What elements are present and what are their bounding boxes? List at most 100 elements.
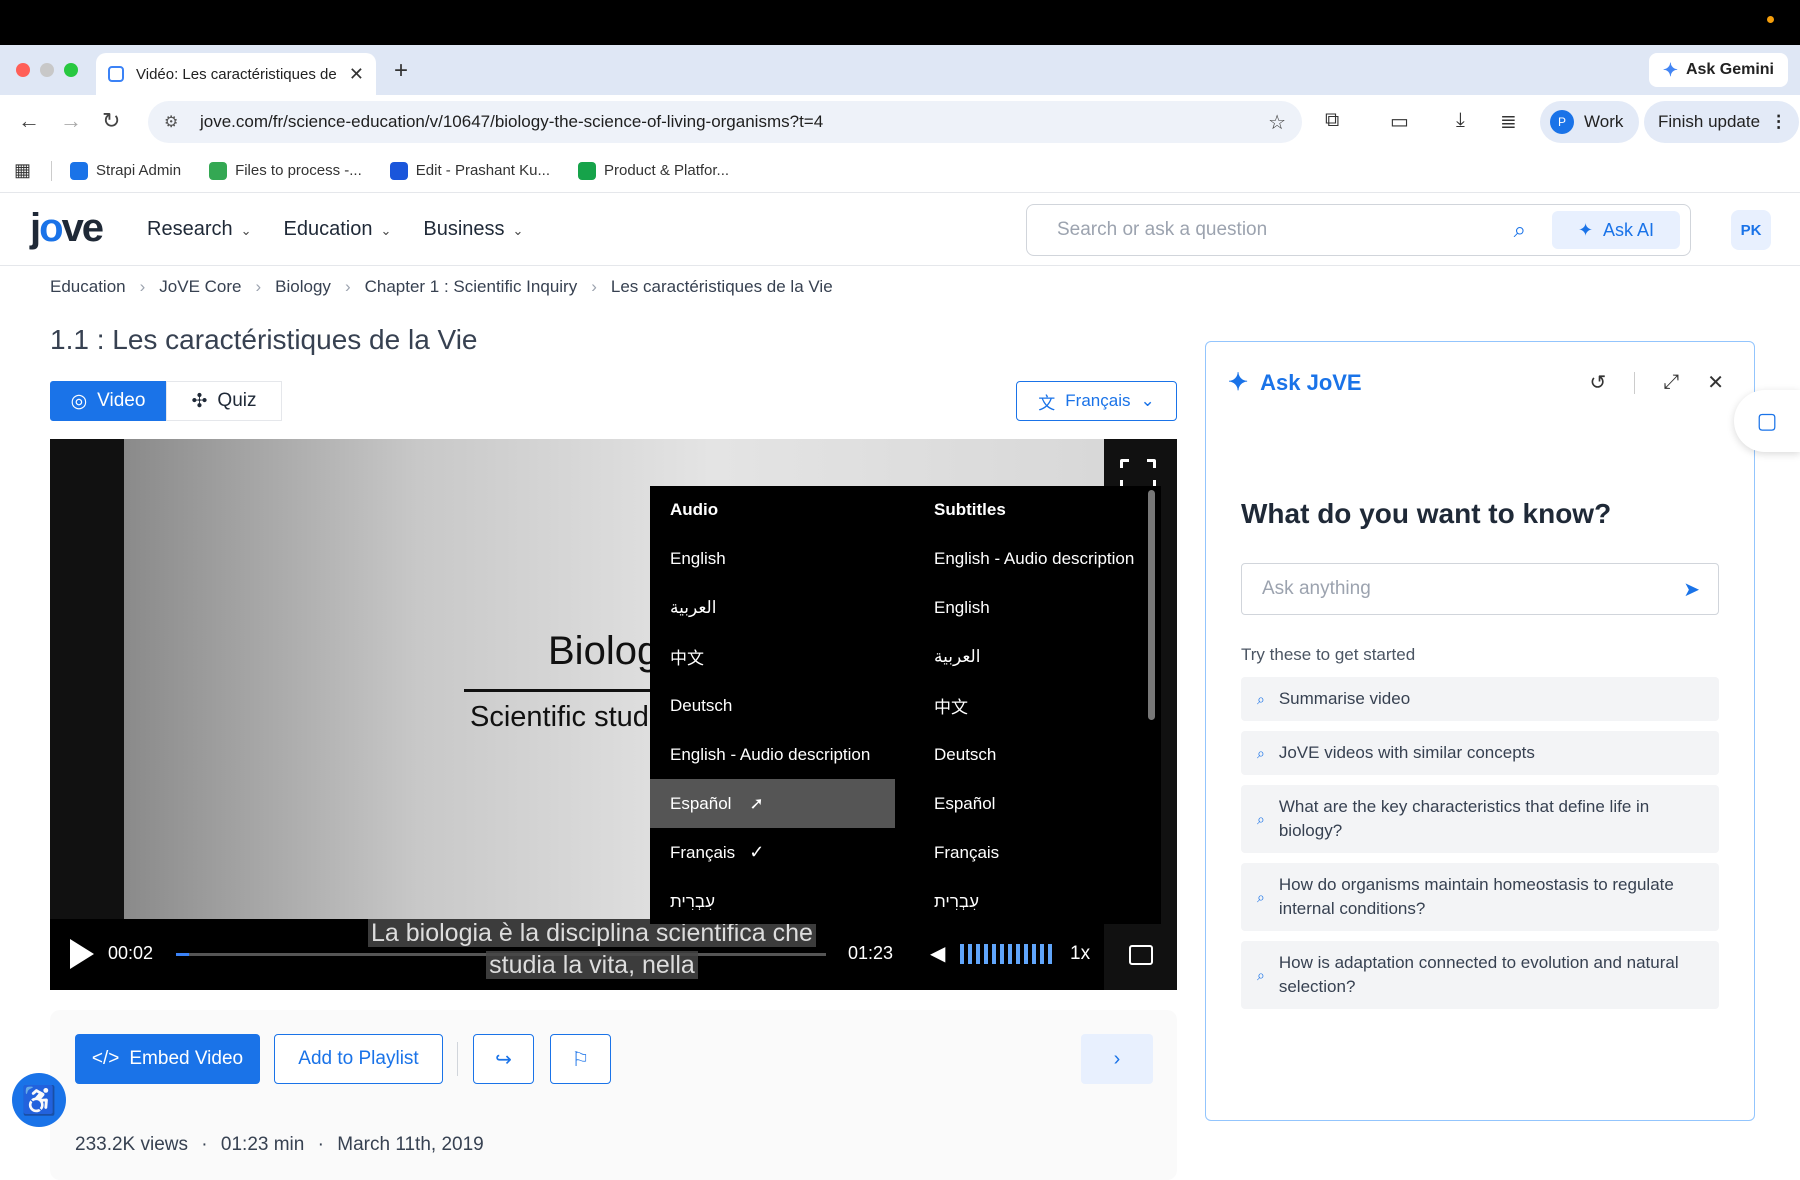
embed-video-button[interactable]: </> Embed Video xyxy=(75,1034,260,1084)
tab-quiz[interactable]: ✣ Quiz xyxy=(166,381,282,421)
extensions-icon[interactable]: ⧉ xyxy=(1325,109,1339,132)
ask-input[interactable]: Ask anything ➤ xyxy=(1241,563,1719,615)
suggestion-item[interactable]: ⌕ JoVE videos with similar concepts xyxy=(1241,731,1719,775)
browser-tabstrip: Vidéo: Les caractéristiques de ✕ + ✦ Ask… xyxy=(0,45,1800,95)
ask-gemini-button[interactable]: ✦ Ask Gemini xyxy=(1648,53,1788,87)
close-window-button[interactable] xyxy=(16,63,30,77)
minimize-window-button[interactable] xyxy=(40,63,54,77)
site-info-icon[interactable]: ⚙ xyxy=(164,112,184,132)
accessibility-icon[interactable]: ♿ xyxy=(12,1073,66,1127)
next-button[interactable]: › xyxy=(1081,1034,1153,1084)
download-icon[interactable]: ⤓ xyxy=(1456,109,1465,132)
close-tab-icon[interactable]: ✕ xyxy=(349,64,364,85)
fullscreen-icon[interactable] xyxy=(1119,458,1157,490)
breadcrumb-item[interactable]: Chapter 1 : Scientific Inquiry xyxy=(365,277,578,297)
progress-fill xyxy=(176,953,189,956)
audio-option[interactable]: English xyxy=(650,534,895,583)
suggestion-item[interactable]: ⌕ How do organisms maintain homeostasis t… xyxy=(1241,863,1719,931)
drive-icon xyxy=(209,161,228,180)
expand-icon[interactable]: ⤢ xyxy=(1663,371,1679,394)
suggestion-text: JoVE videos with similar concepts xyxy=(1278,743,1535,762)
browser-tab[interactable]: Vidéo: Les caractéristiques de ✕ xyxy=(96,53,376,95)
volume-icon[interactable]: ◀ xyxy=(930,941,945,966)
chat-icon[interactable]: ▢ xyxy=(1734,390,1800,452)
reload-icon[interactable]: ↻ xyxy=(102,108,120,134)
subtitle-option[interactable]: עִבְרִית xyxy=(914,877,1154,926)
history-icon[interactable]: ↺ xyxy=(1589,370,1606,395)
volume-slider[interactable] xyxy=(960,944,1056,964)
audio-option[interactable]: English - Audio description xyxy=(650,730,895,779)
send-icon[interactable]: ➤ xyxy=(1683,577,1700,602)
bookmark-edit[interactable]: Edit - Prashant Ku... xyxy=(389,161,550,180)
suggestion-item[interactable]: ⌕ How is adaptation connected to evolutio… xyxy=(1241,941,1719,1009)
captions-button[interactable] xyxy=(1104,919,1177,990)
subtitle-option[interactable]: Español xyxy=(914,779,1154,828)
video-player[interactable]: Biolog Scientific stud 00:02 01:23 ◀ 1x … xyxy=(50,439,1177,990)
new-tab-button[interactable]: + xyxy=(394,57,408,85)
subtitle-option[interactable]: Deutsch xyxy=(914,730,1154,779)
breadcrumb-item[interactable]: JoVE Core xyxy=(159,277,241,297)
bookmark-files[interactable]: Files to process -... xyxy=(209,161,362,180)
tab-video[interactable]: ◎ Video xyxy=(50,381,166,421)
ask-ai-button[interactable]: ✦ Ask AI xyxy=(1552,211,1680,249)
site-search[interactable]: Search or ask a question ⌕ ✦ Ask AI xyxy=(1026,204,1691,256)
audio-subtitles-menu: Audio English العربية 中文 Deutsch English… xyxy=(650,486,1161,924)
menu-scrollbar[interactable] xyxy=(1148,490,1155,720)
forward-arrow-icon[interactable]: → xyxy=(60,108,82,134)
more-menu-icon[interactable]: ⋮ xyxy=(1770,112,1787,132)
close-icon[interactable]: ✕ xyxy=(1707,370,1724,395)
profile-button[interactable]: P Work xyxy=(1540,101,1640,143)
maximize-window-button[interactable] xyxy=(64,63,78,77)
jira-icon xyxy=(389,161,408,180)
sparkle-icon: ✦ xyxy=(1228,369,1249,396)
chevron-right-icon: › xyxy=(1113,1047,1121,1070)
breadcrumb-item[interactable]: Biology xyxy=(275,277,331,297)
bookmark-star-icon[interactable]: ☆ xyxy=(1268,110,1286,135)
cast-icon[interactable]: ▭ xyxy=(1390,109,1409,134)
back-arrow-icon[interactable]: ← xyxy=(18,108,40,134)
add-to-playlist-button[interactable]: Add to Playlist xyxy=(274,1034,443,1084)
audio-option[interactable]: עִבְרִית xyxy=(650,877,895,926)
search-input[interactable]: Search or ask a question xyxy=(1057,219,1514,241)
chevron-down-icon: ⌄ xyxy=(512,223,524,238)
subtitle-option[interactable]: العربية xyxy=(914,632,1154,681)
audio-option[interactable]: العربية xyxy=(650,583,895,632)
address-bar[interactable]: ⚙ jove.com/fr/science-education/v/10647/… xyxy=(148,101,1302,143)
puzzle-icon: ✣ xyxy=(191,390,208,412)
media-controls-icon[interactable]: ≣ xyxy=(1500,109,1517,134)
audio-option-selected[interactable]: Français ✓ xyxy=(650,828,895,877)
user-avatar[interactable]: PK xyxy=(1731,210,1771,250)
bookmark-label: Edit - Prashant Ku... xyxy=(415,162,550,179)
apps-grid-icon[interactable]: ▦ xyxy=(14,160,31,181)
suggestion-item[interactable]: ⌕ What are the key characteristics that d… xyxy=(1241,785,1719,853)
bookmark-button[interactable]: ⚐ xyxy=(550,1034,611,1084)
search-icon: ⌕ xyxy=(1257,691,1265,707)
breadcrumb-item[interactable]: Education xyxy=(50,277,126,297)
language-select[interactable]: 文 Français ⌄ xyxy=(1016,381,1177,421)
nav-business[interactable]: Business ⌄ xyxy=(423,218,523,241)
audio-option[interactable]: 中文 xyxy=(650,632,895,681)
nav-research[interactable]: Research ⌄ xyxy=(147,218,252,241)
search-icon: ⌕ xyxy=(1257,811,1265,827)
audio-option[interactable]: Deutsch xyxy=(650,681,895,730)
url-text: jove.com/fr/science-education/v/10647/bi… xyxy=(200,112,824,131)
subtitle-option[interactable]: English xyxy=(914,583,1154,632)
bookmark-product[interactable]: Product & Platfor... xyxy=(578,161,729,180)
jove-logo[interactable]: jove xyxy=(30,206,104,251)
share-button[interactable]: ↪ xyxy=(473,1034,534,1084)
bookmark-strapi[interactable]: Strapi Admin xyxy=(70,161,181,180)
play-icon[interactable] xyxy=(70,939,94,969)
finish-update-label: Finish update xyxy=(1658,112,1761,131)
finish-update-button[interactable]: Finish update ⋮ xyxy=(1644,101,1800,143)
nav-education[interactable]: Education ⌄ xyxy=(284,218,392,241)
suggestion-item[interactable]: ⌕ Summarise video xyxy=(1241,677,1719,721)
chevron-right-icon: › xyxy=(344,277,351,296)
audio-option-hovered[interactable]: Español ➚ xyxy=(650,779,895,828)
subtitle-option[interactable]: English - Audio description xyxy=(914,534,1154,583)
search-icon[interactable]: ⌕ xyxy=(1514,217,1526,243)
subtitle-option[interactable]: 中文 xyxy=(914,681,1154,730)
speed-button[interactable]: 1x xyxy=(1070,943,1090,965)
subtitle-option[interactable]: Français xyxy=(914,828,1154,877)
ask-jove-title: Ask JoVE xyxy=(1260,369,1362,395)
chevron-right-icon: › xyxy=(255,277,262,296)
